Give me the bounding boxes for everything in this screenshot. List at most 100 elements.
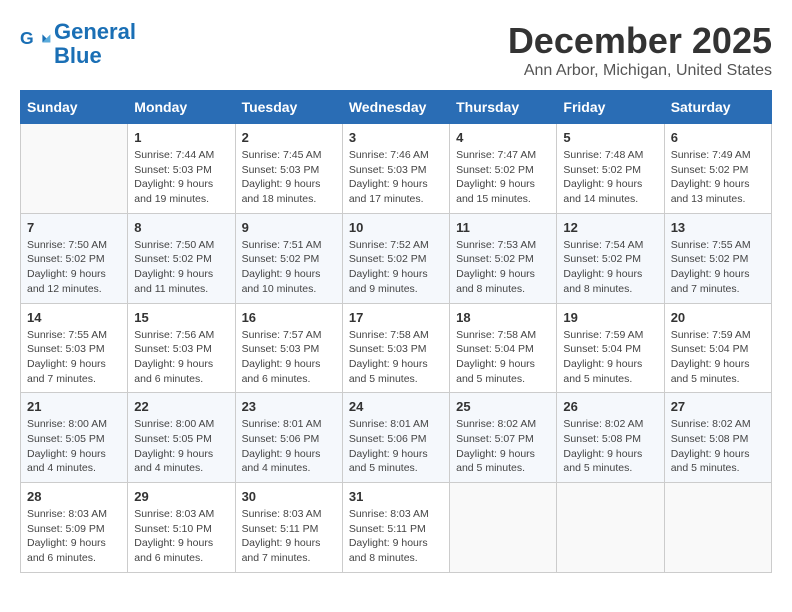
day-info: Sunrise: 7:52 AM Sunset: 5:02 PM Dayligh…: [349, 238, 443, 297]
col-header-friday: Friday: [557, 91, 664, 124]
day-info: Sunrise: 7:59 AM Sunset: 5:04 PM Dayligh…: [671, 328, 765, 387]
day-info: Sunrise: 7:51 AM Sunset: 5:02 PM Dayligh…: [242, 238, 336, 297]
calendar-cell: [21, 124, 128, 214]
day-info: Sunrise: 8:03 AM Sunset: 5:11 PM Dayligh…: [242, 507, 336, 566]
day-number: 15: [134, 310, 228, 325]
day-number: 29: [134, 489, 228, 504]
day-info: Sunrise: 8:00 AM Sunset: 5:05 PM Dayligh…: [27, 417, 121, 476]
calendar-cell: 19 Sunrise: 7:59 AM Sunset: 5:04 PM Dayli…: [557, 303, 664, 393]
day-number: 26: [563, 399, 657, 414]
day-number: 10: [349, 220, 443, 235]
day-info: Sunrise: 7:45 AM Sunset: 5:03 PM Dayligh…: [242, 148, 336, 207]
calendar-week-row: 1Sunrise: 7:44 AM Sunset: 5:03 PM Daylig…: [21, 124, 772, 214]
calendar-cell: 12 Sunrise: 7:54 AM Sunset: 5:02 PM Dayli…: [557, 213, 664, 303]
day-number: 5: [563, 130, 657, 145]
day-info: Sunrise: 8:03 AM Sunset: 5:10 PM Dayligh…: [134, 507, 228, 566]
day-info: Sunrise: 8:01 AM Sunset: 5:06 PM Dayligh…: [349, 417, 443, 476]
calendar-cell: 11Sunrise: 7:53 AM Sunset: 5:02 PM Dayli…: [450, 213, 557, 303]
calendar-cell: [664, 483, 771, 573]
calendar-week-row: 7 Sunrise: 7:50 AM Sunset: 5:02 PM Daylig…: [21, 213, 772, 303]
calendar-cell: 27 Sunrise: 8:02 AM Sunset: 5:08 PM Dayli…: [664, 393, 771, 483]
day-number: 17: [349, 310, 443, 325]
calendar-cell: 8 Sunrise: 7:50 AM Sunset: 5:02 PM Daylig…: [128, 213, 235, 303]
day-number: 6: [671, 130, 765, 145]
calendar-cell: 17Sunrise: 7:58 AM Sunset: 5:03 PM Dayli…: [342, 303, 449, 393]
calendar-cell: 30 Sunrise: 8:03 AM Sunset: 5:11 PM Dayli…: [235, 483, 342, 573]
day-number: 11: [456, 220, 550, 235]
calendar-cell: 5 Sunrise: 7:48 AM Sunset: 5:02 PM Daylig…: [557, 124, 664, 214]
day-info: Sunrise: 7:54 AM Sunset: 5:02 PM Dayligh…: [563, 238, 657, 297]
calendar-cell: [450, 483, 557, 573]
day-number: 30: [242, 489, 336, 504]
day-number: 31: [349, 489, 443, 504]
day-info: Sunrise: 7:47 AM Sunset: 5:02 PM Dayligh…: [456, 148, 550, 207]
calendar-title: December 2025: [508, 20, 772, 62]
day-number: 28: [27, 489, 121, 504]
day-number: 21: [27, 399, 121, 414]
day-info: Sunrise: 7:55 AM Sunset: 5:02 PM Dayligh…: [671, 238, 765, 297]
day-info: Sunrise: 7:55 AM Sunset: 5:03 PM Dayligh…: [27, 328, 121, 387]
day-info: Sunrise: 7:57 AM Sunset: 5:03 PM Dayligh…: [242, 328, 336, 387]
calendar-cell: 14 Sunrise: 7:55 AM Sunset: 5:03 PM Dayli…: [21, 303, 128, 393]
day-number: 23: [242, 399, 336, 414]
calendar-cell: 24 Sunrise: 8:01 AM Sunset: 5:06 PM Dayli…: [342, 393, 449, 483]
day-number: 13: [671, 220, 765, 235]
col-header-tuesday: Tuesday: [235, 91, 342, 124]
day-number: 12: [563, 220, 657, 235]
calendar-cell: 18 Sunrise: 7:58 AM Sunset: 5:04 PM Dayli…: [450, 303, 557, 393]
calendar-cell: 20 Sunrise: 7:59 AM Sunset: 5:04 PM Dayli…: [664, 303, 771, 393]
day-number: 16: [242, 310, 336, 325]
day-number: 22: [134, 399, 228, 414]
calendar-cell: 29 Sunrise: 8:03 AM Sunset: 5:10 PM Dayli…: [128, 483, 235, 573]
calendar-table: SundayMondayTuesdayWednesdayThursdayFrid…: [20, 90, 772, 573]
day-info: Sunrise: 8:03 AM Sunset: 5:09 PM Dayligh…: [27, 507, 121, 566]
day-info: Sunrise: 7:59 AM Sunset: 5:04 PM Dayligh…: [563, 328, 657, 387]
calendar-cell: 7 Sunrise: 7:50 AM Sunset: 5:02 PM Daylig…: [21, 213, 128, 303]
day-number: 4: [456, 130, 550, 145]
day-number: 24: [349, 399, 443, 414]
day-info: Sunrise: 7:50 AM Sunset: 5:02 PM Dayligh…: [134, 238, 228, 297]
calendar-cell: 22 Sunrise: 8:00 AM Sunset: 5:05 PM Dayli…: [128, 393, 235, 483]
day-number: 3: [349, 130, 443, 145]
logo-general: General: [54, 19, 136, 44]
day-info: Sunrise: 8:02 AM Sunset: 5:08 PM Dayligh…: [671, 417, 765, 476]
day-info: Sunrise: 7:58 AM Sunset: 5:04 PM Dayligh…: [456, 328, 550, 387]
day-number: 2: [242, 130, 336, 145]
day-info: Sunrise: 7:50 AM Sunset: 5:02 PM Dayligh…: [27, 238, 121, 297]
day-info: Sunrise: 7:49 AM Sunset: 5:02 PM Dayligh…: [671, 148, 765, 207]
calendar-week-row: 14 Sunrise: 7:55 AM Sunset: 5:03 PM Dayli…: [21, 303, 772, 393]
day-number: 25: [456, 399, 550, 414]
day-number: 20: [671, 310, 765, 325]
title-area: December 2025 Ann Arbor, Michigan, Unite…: [508, 20, 772, 80]
day-info: Sunrise: 8:01 AM Sunset: 5:06 PM Dayligh…: [242, 417, 336, 476]
day-number: 1: [134, 130, 228, 145]
logo: G General Blue: [20, 20, 136, 68]
calendar-cell: 10 Sunrise: 7:52 AM Sunset: 5:02 PM Dayli…: [342, 213, 449, 303]
day-number: 14: [27, 310, 121, 325]
calendar-week-row: 28 Sunrise: 8:03 AM Sunset: 5:09 PM Dayli…: [21, 483, 772, 573]
svg-text:G: G: [20, 28, 34, 48]
day-number: 7: [27, 220, 121, 235]
day-info: Sunrise: 7:48 AM Sunset: 5:02 PM Dayligh…: [563, 148, 657, 207]
page-header: G General Blue December 2025 Ann Arbor, …: [20, 20, 772, 80]
calendar-cell: 26Sunrise: 8:02 AM Sunset: 5:08 PM Dayli…: [557, 393, 664, 483]
calendar-cell: 23 Sunrise: 8:01 AM Sunset: 5:06 PM Dayli…: [235, 393, 342, 483]
calendar-cell: 13 Sunrise: 7:55 AM Sunset: 5:02 PM Dayli…: [664, 213, 771, 303]
day-number: 19: [563, 310, 657, 325]
calendar-week-row: 21 Sunrise: 8:00 AM Sunset: 5:05 PM Dayli…: [21, 393, 772, 483]
calendar-subtitle: Ann Arbor, Michigan, United States: [508, 62, 772, 80]
day-info: Sunrise: 8:00 AM Sunset: 5:05 PM Dayligh…: [134, 417, 228, 476]
day-number: 27: [671, 399, 765, 414]
day-number: 18: [456, 310, 550, 325]
day-number: 8: [134, 220, 228, 235]
calendar-cell: 16 Sunrise: 7:57 AM Sunset: 5:03 PM Dayli…: [235, 303, 342, 393]
logo-icon: G: [20, 28, 52, 60]
calendar-cell: [557, 483, 664, 573]
day-info: Sunrise: 8:03 AM Sunset: 5:11 PM Dayligh…: [349, 507, 443, 566]
col-header-saturday: Saturday: [664, 91, 771, 124]
calendar-cell: 9Sunrise: 7:51 AM Sunset: 5:02 PM Daylig…: [235, 213, 342, 303]
day-info: Sunrise: 8:02 AM Sunset: 5:07 PM Dayligh…: [456, 417, 550, 476]
col-header-sunday: Sunday: [21, 91, 128, 124]
calendar-cell: 4 Sunrise: 7:47 AM Sunset: 5:02 PM Daylig…: [450, 124, 557, 214]
logo-blue: Blue: [54, 43, 102, 68]
